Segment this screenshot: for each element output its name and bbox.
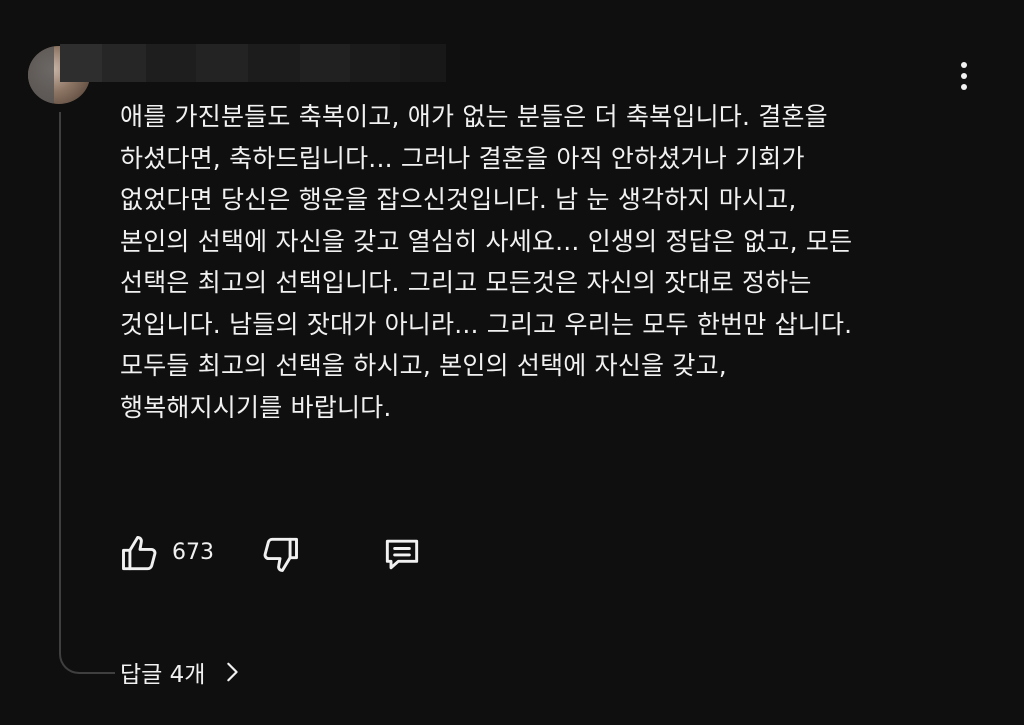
thread-line [59, 112, 115, 674]
comment-line: 모두들 최고의 선택을 하시고, 본인의 선택에 자신을 갖고, [120, 351, 727, 380]
comment-line: 애를 가진분들도 축복이고, 애가 없는 분들은 더 축복입니다. 결혼을 [120, 102, 828, 131]
more-vertical-icon[interactable] [950, 56, 978, 96]
comment-line: 것입니다. 남들의 잣대가 아니라... 그리고 우리는 모두 한번만 삽니다. [120, 309, 853, 339]
comment-line: 선택은 최고의 선택입니다. 그리고 모든것은 자신의 잣대로 정하는 [120, 268, 812, 297]
author-name-redacted [60, 44, 446, 82]
reply-comment-icon[interactable] [380, 532, 424, 576]
view-replies-button[interactable]: 답글 4개 [120, 652, 243, 692]
comment-line: 없었다면 당신은 행운을 잡으신것입니다. 남 눈 생각하지 마시고, [120, 185, 797, 214]
comment-text: 애를 가진분들도 축복이고, 애가 없는 분들은 더 축복입니다. 결혼을 하셨… [120, 96, 950, 428]
thumbs-up-icon[interactable] [118, 532, 162, 576]
thumbs-down-icon[interactable] [258, 532, 302, 576]
chevron-right-icon [227, 662, 239, 682]
comment-line: 행복해지시기를 바랍니다. [120, 392, 392, 422]
comment-line: 하셨다면, 축하드립니다... 그러나 결혼을 아직 안하셨거나 기회가 [120, 143, 805, 173]
comment-actions: 673 [118, 530, 458, 576]
replies-label: 답글 4개 [120, 662, 206, 688]
like-count: 673 [172, 540, 214, 565]
comment-line: 본인의 선택에 자신을 갖고 열심히 사세요... 인생의 정답은 없고, 모든 [120, 226, 853, 256]
comment-thread: 애를 가진분들도 축복이고, 애가 없는 분들은 더 축복입니다. 결혼을 하셨… [0, 0, 1024, 725]
